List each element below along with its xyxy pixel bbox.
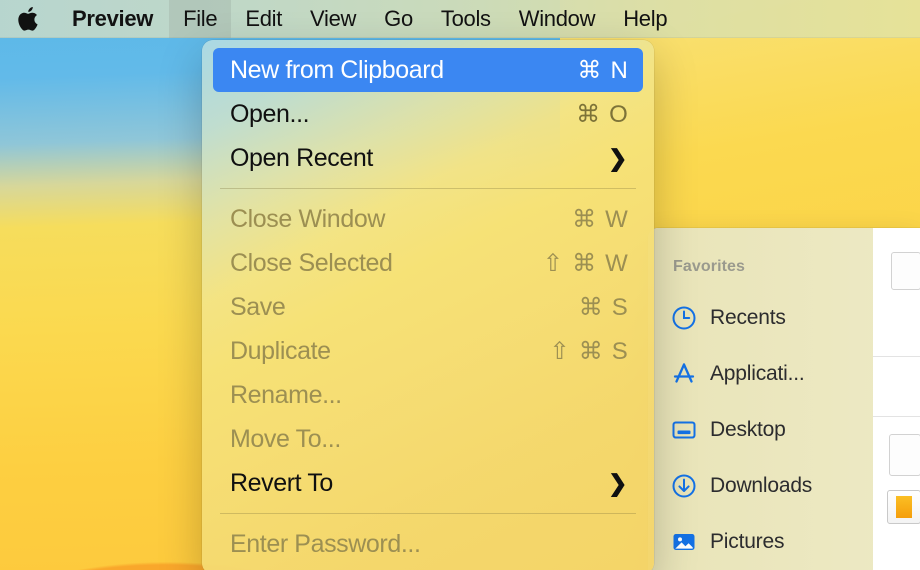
menu-item-open[interactable]: Open... ⌘ O — [213, 92, 643, 136]
menu-item-shortcut: ⌘ S — [578, 293, 629, 321]
menu-item-shortcut: ⌘ O — [576, 100, 629, 128]
sidebar-item-label: Recents — [710, 306, 786, 329]
menu-item-label: Revert To — [230, 468, 333, 497]
file-thumbnail[interactable] — [887, 490, 920, 524]
menu-item-new-from-clipboard[interactable]: New from Clipboard ⌘ N — [213, 48, 643, 92]
menu-item-shortcut: ⇧ ⌘ S — [549, 337, 629, 365]
sidebar-item-label: Pictures — [710, 530, 785, 553]
menubar-item-tools[interactable]: Tools — [427, 0, 505, 38]
sidebar-item-recents[interactable]: Recents — [648, 290, 873, 346]
sidebar-item-applications[interactable]: Applicati... — [648, 346, 873, 402]
sidebar-section-header-favorites: Favorites — [673, 258, 746, 275]
finder-sidebar: Favorites Recents Applicati... Desktop D… — [648, 228, 873, 570]
sidebar-item-downloads[interactable]: Downloads — [648, 458, 873, 514]
menu-item-label: Duplicate — [230, 336, 331, 365]
menu-item-label: Rename... — [230, 380, 342, 409]
menu-item-enter-password: Enter Password... — [213, 522, 643, 566]
file-thumbnail[interactable] — [889, 434, 920, 476]
menu-item-close-selected: Close Selected ⇧ ⌘ W — [213, 241, 643, 285]
menubar-item-help[interactable]: Help — [609, 0, 681, 38]
menu-item-open-recent[interactable]: Open Recent ❯ — [213, 136, 643, 180]
menu-item-shortcut: ⌘ W — [572, 205, 629, 233]
menubar-item-window[interactable]: Window — [505, 0, 609, 38]
finder-window[interactable]: Favorites Recents Applicati... Desktop D… — [648, 228, 920, 570]
download-icon — [671, 473, 697, 499]
file-thumbnail[interactable] — [891, 252, 920, 290]
menu-item-label: Save — [230, 292, 286, 321]
menubar-item-go[interactable]: Go — [370, 0, 427, 38]
menu-item-shortcut: ⌘ N — [577, 56, 629, 84]
menubar-app-name[interactable]: Preview — [56, 0, 169, 38]
menu-separator — [220, 513, 636, 514]
sidebar-item-label: Desktop — [710, 418, 786, 441]
apple-logo-icon[interactable] — [0, 0, 56, 38]
chevron-right-icon: ❯ — [608, 469, 627, 496]
menubar-item-file[interactable]: File — [169, 0, 232, 38]
menu-item-revert-to[interactable]: Revert To ❯ — [213, 461, 643, 505]
chevron-right-icon: ❯ — [608, 144, 627, 171]
sidebar-item-desktop[interactable]: Desktop — [648, 402, 873, 458]
menubar-item-edit[interactable]: Edit — [231, 0, 296, 38]
finder-content-pane — [873, 228, 920, 570]
menu-item-close-window: Close Window ⌘ W — [213, 197, 643, 241]
menu-item-label: Open... — [230, 99, 310, 128]
menu-item-shortcut: ⇧ ⌘ W — [542, 249, 629, 277]
sidebar-item-pictures[interactable]: Pictures — [648, 514, 873, 570]
menu-item-label: Open Recent — [230, 143, 373, 172]
menu-bar: Preview File Edit View Go Tools Window H… — [0, 0, 920, 38]
menu-item-rename: Rename... — [213, 373, 643, 417]
menu-item-label: Close Selected — [230, 248, 393, 277]
menu-item-duplicate: Duplicate ⇧ ⌘ S — [213, 329, 643, 373]
menubar-item-view[interactable]: View — [296, 0, 370, 38]
file-dropdown-menu: New from Clipboard ⌘ N Open... ⌘ O Open Rece… — [202, 40, 654, 570]
applications-icon — [671, 361, 697, 387]
sidebar-item-label: Applicati... — [710, 362, 805, 385]
menu-item-label: Move To... — [230, 424, 341, 453]
content-divider — [873, 416, 920, 417]
desktop-icon — [671, 417, 697, 443]
clock-icon — [671, 305, 697, 331]
sidebar-item-label: Downloads — [710, 474, 813, 497]
menu-item-label: New from Clipboard — [230, 55, 444, 84]
menu-item-move-to: Move To... — [213, 417, 643, 461]
content-divider — [873, 356, 920, 357]
menu-item-label: Enter Password... — [230, 529, 421, 558]
menu-separator — [220, 188, 636, 189]
menu-item-label: Close Window — [230, 204, 385, 233]
pictures-icon — [671, 529, 697, 555]
menu-item-save: Save ⌘ S — [213, 285, 643, 329]
